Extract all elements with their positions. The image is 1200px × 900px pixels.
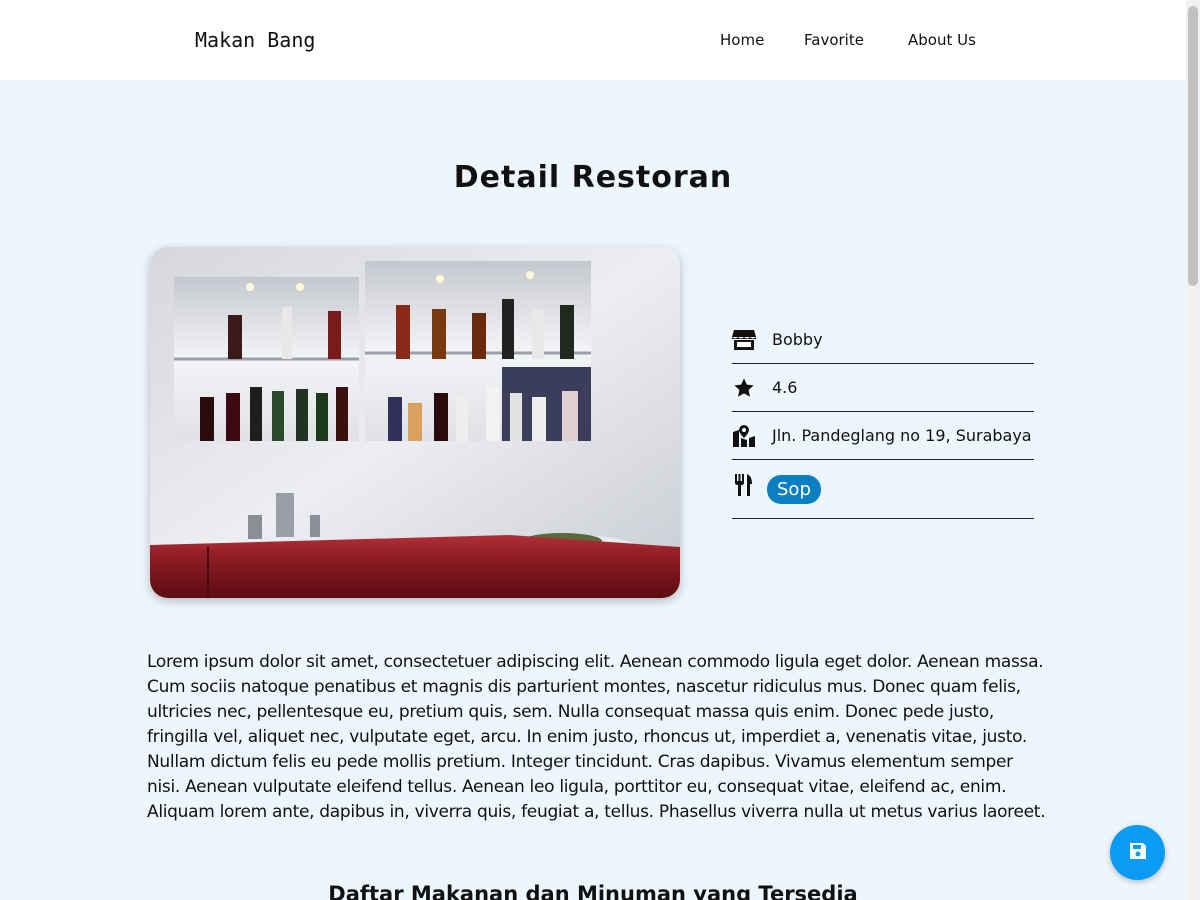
save-favorite-button[interactable] — [1110, 825, 1165, 880]
menu-section-heading: Daftar Makanan dan Minuman yang Tersedia — [328, 882, 858, 900]
utensils-icon — [732, 473, 756, 497]
restaurant-photo — [150, 247, 680, 598]
restaurant-category-row: Sop — [732, 460, 1034, 519]
restaurant-name: Bobby — [772, 330, 823, 349]
restaurant-info: Bobby 4.6 Jln. Pandeglang no 19, Surabay… — [732, 316, 1034, 519]
restaurant-name-row: Bobby — [732, 316, 1034, 364]
restaurant-rating-row: 4.6 — [732, 364, 1034, 412]
page-scrollbar[interactable] — [1186, 0, 1200, 900]
scrollbar-thumb[interactable] — [1188, 6, 1198, 286]
brand-logo[interactable]: Makan Bang — [195, 28, 315, 52]
page-title: Detail Restoran — [453, 160, 733, 195]
nav-about-us-link[interactable]: About Us — [908, 31, 976, 49]
map-location-icon — [732, 424, 756, 448]
restaurant-description: Lorem ipsum dolor sit amet, consectetuer… — [147, 652, 1046, 822]
star-icon — [732, 376, 756, 400]
store-icon — [732, 328, 756, 352]
category-badge[interactable]: Sop — [767, 474, 821, 504]
nav-favorite-link[interactable]: Favorite — [804, 31, 864, 49]
restaurant-address: Jln. Pandeglang no 19, Surabaya — [772, 426, 1032, 445]
app-header: Makan Bang Home Favorite About Us — [0, 0, 1186, 80]
restaurant-rating: 4.6 — [772, 378, 798, 397]
restaurant-address-row: Jln. Pandeglang no 19, Surabaya — [732, 412, 1034, 460]
nav-home-link[interactable]: Home — [720, 31, 764, 49]
save-icon — [1129, 842, 1147, 864]
